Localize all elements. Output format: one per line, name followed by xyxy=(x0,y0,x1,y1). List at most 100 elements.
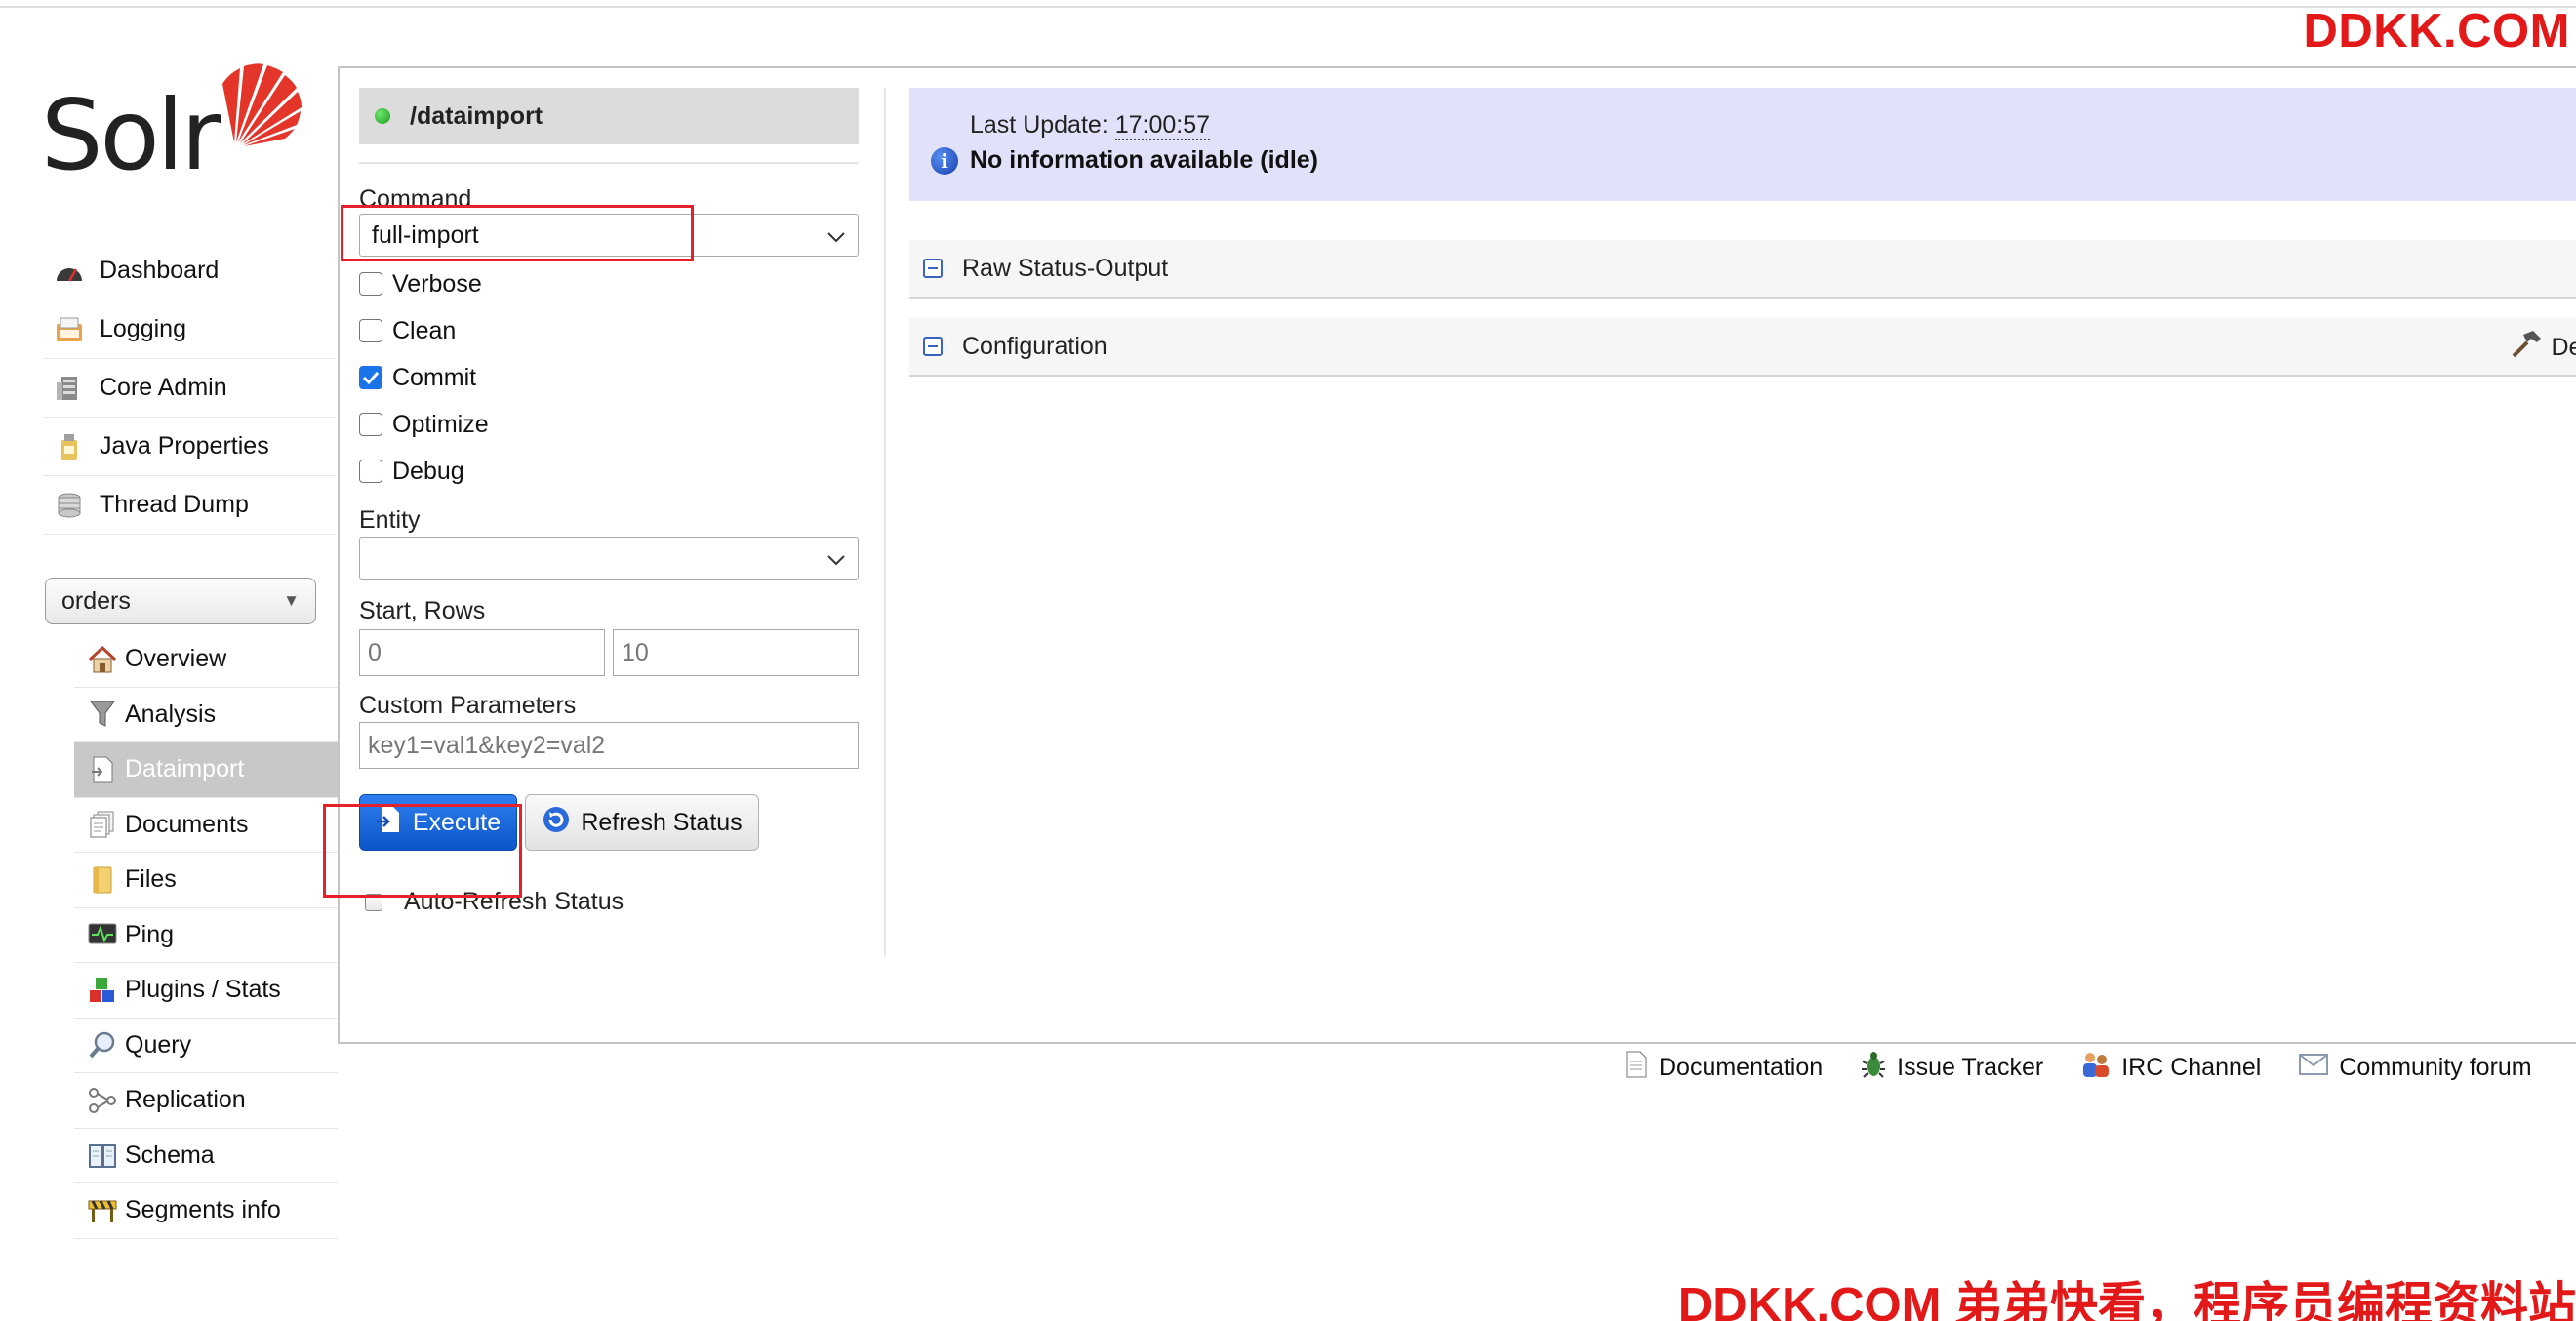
segments-icon xyxy=(86,1195,119,1226)
refresh-status-button[interactable]: Refresh Status xyxy=(525,794,759,851)
checkbox-box[interactable] xyxy=(359,366,382,389)
collapse-icon[interactable] xyxy=(923,259,943,278)
checkbox-clean[interactable]: Clean xyxy=(359,307,859,354)
watermark-top: DDKK.COM xyxy=(2303,5,2570,58)
top-border xyxy=(0,6,2576,8)
core-nav-item-files[interactable]: Files xyxy=(74,853,338,908)
core-nav-item-dataimport[interactable]: Dataimport xyxy=(74,742,338,798)
footer-label: IRC Channel xyxy=(2121,1054,2262,1081)
java-properties-icon xyxy=(53,432,86,461)
divider xyxy=(359,162,859,164)
core-nav-item-query[interactable]: Query xyxy=(74,1019,338,1073)
checkbox-debug[interactable]: Debug xyxy=(359,448,859,495)
checkbox-label: Optimize xyxy=(392,410,489,438)
nav-label: Java Properties xyxy=(100,432,269,460)
irc-icon xyxy=(2080,1050,2112,1086)
nav-item-dashboard[interactable]: Dashboard xyxy=(43,242,336,300)
core-nav-item-analysis[interactable]: Analysis xyxy=(74,688,338,742)
core-admin-icon xyxy=(53,374,86,403)
core-nav-label: Ping xyxy=(125,920,175,948)
nav-label: Logging xyxy=(100,315,186,342)
solr-logo[interactable]: Solr xyxy=(41,62,304,199)
rows-input[interactable]: 10 xyxy=(613,629,859,676)
footer-label: Documentation xyxy=(1659,1054,1824,1081)
custom-params-label: Custom Parameters xyxy=(359,692,577,719)
core-nav-label: Segments info xyxy=(125,1196,281,1224)
core-nav-label: Replication xyxy=(125,1086,246,1114)
status-message-text: No information available (idle) xyxy=(970,146,1318,174)
start-rows-inputs: 0 10 xyxy=(359,629,859,676)
checkbox-label: Clean xyxy=(392,316,457,344)
footer-irc-channel-link[interactable]: IRC Channel xyxy=(2080,1050,2261,1086)
annotation-rect-command xyxy=(341,205,694,261)
core-nav-label: Overview xyxy=(125,645,227,673)
nav-item-logging[interactable]: Logging xyxy=(43,300,336,359)
core-nav-label: Analysis xyxy=(125,700,217,728)
footer-links: Documentation Issue Tracker IRC Channel … xyxy=(1624,1050,2532,1086)
start-input[interactable]: 0 xyxy=(359,629,605,676)
core-nav-label: Schema xyxy=(125,1141,215,1169)
checkbox-box[interactable] xyxy=(359,413,382,436)
core-nav-item-overview[interactable]: Overview xyxy=(74,632,338,688)
mail-icon xyxy=(2298,1052,2329,1084)
last-update: Last Update: 17:00:57 xyxy=(970,111,1211,140)
collapse-icon[interactable] xyxy=(923,337,943,356)
core-selector-value: orders xyxy=(61,586,131,615)
chevron-down-icon xyxy=(826,221,846,250)
info-icon: i xyxy=(931,146,958,175)
handler-name: /dataimport xyxy=(410,101,543,130)
logging-icon xyxy=(53,315,86,344)
raw-status-section[interactable]: Raw Status-Output xyxy=(909,240,2576,299)
nav-item-thread-dump[interactable]: Thread Dump xyxy=(43,476,336,535)
status-dot-icon xyxy=(375,108,390,124)
checkbox-box[interactable] xyxy=(359,460,382,483)
configuration-section[interactable]: Configuration Del xyxy=(909,318,2576,377)
entity-label: Entity xyxy=(359,506,421,534)
core-selector[interactable]: orders ▼ xyxy=(45,578,316,624)
entity-select[interactable] xyxy=(359,537,859,580)
core-nav-label: Query xyxy=(125,1030,192,1059)
nav-label: Thread Dump xyxy=(100,491,249,518)
nav-label: Core Admin xyxy=(100,374,227,401)
custom-params-input[interactable]: key1=val1&key2=val2 xyxy=(359,722,859,769)
checkbox-box[interactable] xyxy=(359,319,382,342)
checkbox-verbose[interactable]: Verbose xyxy=(359,260,859,307)
thread-dump-icon xyxy=(53,491,86,520)
funnel-icon xyxy=(86,699,119,730)
core-nav-item-schema[interactable]: Schema xyxy=(74,1129,338,1183)
footer-label: Issue Tracker xyxy=(1897,1054,2044,1081)
footer-issue-tracker-link[interactable]: Issue Tracker xyxy=(1860,1050,2043,1086)
last-update-time: 17:00:57 xyxy=(1114,111,1211,140)
checkbox-commit[interactable]: Commit xyxy=(359,354,859,401)
core-nav-label: Dataimport xyxy=(125,755,245,783)
core-nav-label: Plugins / Stats xyxy=(125,976,281,1004)
core-nav-item-ping[interactable]: Ping xyxy=(74,908,338,963)
checkbox-optimize[interactable]: Optimize xyxy=(359,401,859,448)
panel-divider xyxy=(884,88,886,956)
nav-item-java-properties[interactable]: Java Properties xyxy=(43,418,336,476)
handler-bar[interactable]: /dataimport xyxy=(359,88,859,144)
checkbox-box[interactable] xyxy=(359,272,382,296)
document-icon xyxy=(1624,1050,1649,1086)
nav-item-core-admin[interactable]: Core Admin xyxy=(43,359,336,418)
core-nav-item-replication[interactable]: Replication xyxy=(74,1073,338,1129)
chevron-down-icon xyxy=(826,544,846,573)
last-update-label: Last Update: xyxy=(970,111,1108,139)
core-nav-item-plugins-stats[interactable]: Plugins / Stats xyxy=(74,963,338,1019)
checkmark-icon xyxy=(362,371,380,385)
core-nav-item-documents[interactable]: Documents xyxy=(74,798,338,853)
footer-documentation-link[interactable]: Documentation xyxy=(1624,1050,1823,1086)
folder-icon xyxy=(86,864,119,896)
plugins-icon xyxy=(86,975,119,1006)
annotation-rect-execute xyxy=(323,804,522,898)
core-nav-label: Files xyxy=(125,865,177,894)
checkbox-label: Verbose xyxy=(392,269,482,298)
documents-icon xyxy=(86,809,119,840)
debug-link[interactable]: Del xyxy=(2510,318,2576,377)
ping-icon xyxy=(86,919,119,950)
core-nav-item-segments-info[interactable]: Segments info xyxy=(74,1183,338,1239)
start-rows-label: Start, Rows xyxy=(359,597,486,624)
bug-icon xyxy=(1860,1050,1887,1086)
checkbox-label: Commit xyxy=(392,363,477,391)
footer-community-forum-link[interactable]: Community forum xyxy=(2298,1050,2532,1086)
